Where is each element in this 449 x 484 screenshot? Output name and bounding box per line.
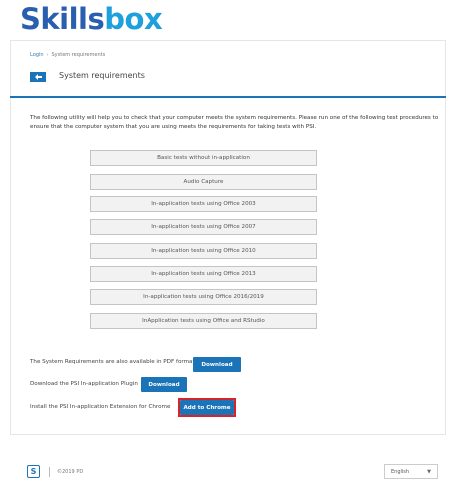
add-to-chrome-highlight [178, 398, 236, 417]
plugin-download-button[interactable]: Download [141, 377, 187, 392]
test-button-office-2007[interactable]: In-application tests using Office 2007 [90, 219, 317, 235]
intro-text: The following utility will help you to c… [30, 115, 439, 130]
test-button-basic[interactable]: Basic tests without in-application [90, 150, 317, 166]
breadcrumb-login-link[interactable]: Login [30, 52, 44, 58]
breadcrumb-separator: › [46, 52, 49, 58]
chevron-down-icon: ▼ [427, 468, 431, 475]
language-select-value: English [391, 468, 410, 475]
header-card [10, 40, 446, 96]
test-button-office-2013[interactable]: In-application tests using Office 2013 [90, 266, 317, 282]
skillsbox-logo: Skills box [20, 2, 163, 36]
pdf-download-label: The System Requirements are also availab… [30, 359, 195, 365]
chrome-extension-label: Install the PSI In-application Extension… [30, 404, 171, 410]
test-button-office-2010[interactable]: In-application tests using Office 2010 [90, 243, 317, 259]
copyright-text: ©2019 PD [57, 469, 84, 475]
logo-part-2: box [104, 2, 163, 36]
breadcrumb-current: System requirements [51, 52, 106, 58]
footer-logo-letter: S [30, 466, 37, 476]
language-select[interactable]: English ▼ [384, 464, 438, 479]
test-button-office-rstudio[interactable]: InApplication tests using Office and RSt… [90, 313, 317, 329]
test-button-audio-capture[interactable]: Audio Capture [90, 174, 317, 190]
page-title: System requirements [59, 71, 145, 80]
logo-part-1: Skills [20, 2, 105, 36]
breadcrumb: Login › System requirements [30, 52, 105, 58]
test-button-office-2016-2019[interactable]: In-application tests using Office 2016/2… [90, 289, 317, 305]
test-button-office-2003[interactable]: In-application tests using Office 2003 [90, 196, 317, 212]
plugin-download-label: Download the PSI In-application Plugin [30, 381, 138, 387]
arrow-left-icon [34, 74, 42, 80]
pdf-download-button[interactable]: Download [193, 357, 241, 372]
footer-separator [49, 467, 50, 477]
footer-divider [10, 434, 446, 435]
footer-logo: S [27, 465, 40, 478]
back-button[interactable] [30, 72, 46, 82]
